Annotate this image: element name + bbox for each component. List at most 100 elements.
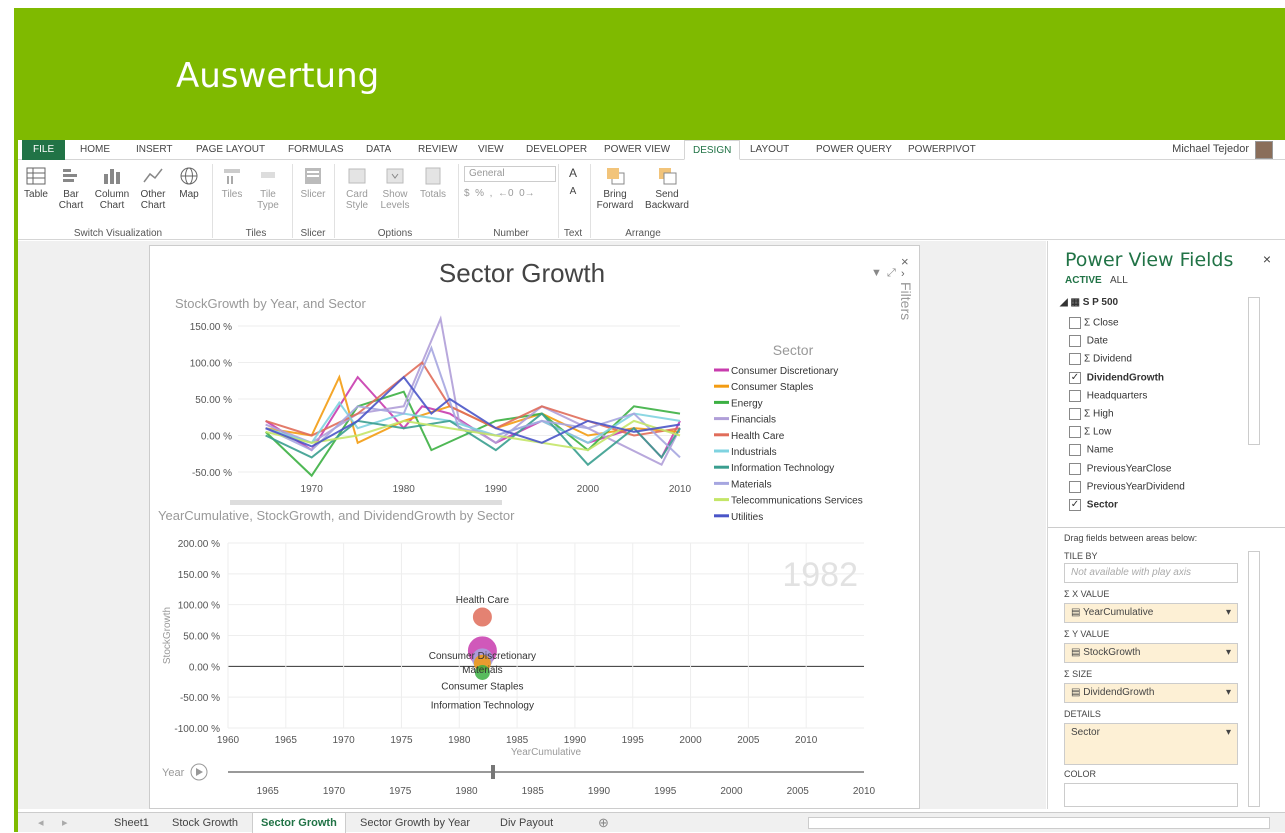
filters-pane-label[interactable]: Filters	[898, 282, 914, 320]
play-tick-label: 2010	[853, 786, 876, 797]
field-checkbox[interactable]	[1069, 317, 1081, 329]
tab-power-query[interactable]: POWER QUERY	[816, 140, 892, 160]
line-chart[interactable]: 150.00 % 100.00 % 50.00 % 0.00 % -50.00 % 197…	[190, 315, 692, 495]
field-checkbox[interactable]	[1069, 389, 1081, 402]
tab-design[interactable]: DESIGN	[684, 140, 741, 160]
avatar[interactable]	[1255, 141, 1273, 159]
field-checkbox[interactable]	[1069, 408, 1081, 420]
chart1-scrollbar[interactable]	[230, 500, 502, 505]
group-options: Options	[377, 228, 413, 239]
card-style-button[interactable]: Card Style	[340, 166, 374, 211]
field-item[interactable]: Date	[1069, 335, 1108, 348]
tab-file[interactable]: FILE	[22, 140, 66, 160]
tile-by-label: TILE BY	[1064, 551, 1098, 561]
sheet-tab-sheet1[interactable]: Sheet1	[114, 813, 149, 833]
field-item[interactable]: Σ Dividend	[1069, 353, 1132, 366]
other-chart-button[interactable]: Other Chart	[136, 166, 170, 211]
field-checkbox[interactable]	[1069, 444, 1081, 457]
tab-page-layout[interactable]: PAGE LAYOUT	[196, 140, 265, 160]
show-levels-button[interactable]: Show Levels	[378, 166, 412, 211]
filter-pin-icon[interactable]: ▼	[871, 267, 882, 279]
field-item[interactable]: ✓ Sector	[1069, 499, 1118, 511]
column-chart-button[interactable]: Column Chart	[92, 166, 132, 211]
sigma-icon: Σ	[1084, 354, 1093, 366]
expand-icon[interactable]: ⤢	[887, 267, 896, 279]
fields-panel: Power View Fields × ACTIVE ALL ◢ ▦ S P 5…	[1047, 241, 1285, 809]
tab-view[interactable]: VIEW	[478, 140, 504, 160]
y-tick-label: 0.00 %	[189, 662, 220, 673]
field-checkbox[interactable]: ✓	[1069, 499, 1081, 511]
areas-scrollbar[interactable]	[1248, 551, 1260, 807]
bar-chart-button[interactable]: Bar Chart	[54, 166, 88, 211]
field-item[interactable]: PreviousYearClose	[1069, 462, 1171, 475]
report-title: Sector Growth	[439, 258, 605, 288]
scatter-chart[interactable]: 200.00 % 150.00 % 100.00 % 50.00 % 0.00 % -50…	[162, 539, 864, 758]
table-button[interactable]: Table	[22, 166, 50, 200]
horizontal-scrollbar[interactable]	[808, 817, 1270, 829]
field-checkbox[interactable]	[1069, 353, 1081, 366]
field-item[interactable]: Σ Low	[1069, 426, 1111, 439]
scroll-right-icon[interactable]: ▸	[62, 813, 68, 833]
details-field[interactable]: Sector ▾	[1064, 723, 1238, 765]
field-list-scrollbar[interactable]	[1248, 297, 1260, 445]
scroll-left-icon[interactable]: ◂	[38, 813, 44, 833]
tab-data[interactable]: DATA	[366, 140, 391, 160]
x-tick-label: 2010	[669, 484, 692, 495]
x-tick-label: 1960	[217, 735, 240, 746]
number-format-dropdown[interactable]: General	[464, 166, 556, 182]
tab-active[interactable]: ACTIVE	[1065, 275, 1102, 286]
other-chart-label: Other Chart	[140, 189, 166, 211]
bring-forward-button[interactable]: Bring Forward	[594, 166, 636, 211]
size-field[interactable]: ▤ DividendGrowth ▾	[1064, 683, 1238, 703]
decrease-font-icon[interactable]: A	[566, 186, 580, 197]
tab-layout[interactable]: LAYOUT	[750, 140, 789, 160]
tile-type-button[interactable]: Tile Type	[252, 166, 284, 211]
field-item[interactable]: ✓ DividendGrowth	[1069, 371, 1164, 384]
tab-formulas[interactable]: FORMULAS	[288, 140, 344, 160]
send-backward-button[interactable]: Send Backward	[642, 166, 692, 211]
table-node[interactable]: ◢ ▦ S P 500	[1060, 297, 1118, 308]
sheet-tab-sector-growth[interactable]: Sector Growth	[252, 813, 346, 833]
tab-insert[interactable]: INSERT	[136, 140, 173, 160]
send-backward-icon	[659, 168, 677, 185]
field-checkbox[interactable]	[1069, 480, 1081, 493]
tiles-icon	[224, 169, 240, 184]
tiles-button[interactable]: Tiles	[218, 166, 246, 200]
tab-home[interactable]: HOME	[80, 140, 110, 160]
tab-developer[interactable]: DEVELOPER	[526, 140, 587, 160]
slicer-button[interactable]: Slicer	[298, 166, 328, 200]
play-axis[interactable]: 1965 1970 1975 1980 1985 1990 1995 2000 2005 2010	[228, 765, 876, 797]
tab-all[interactable]: ALL	[1110, 275, 1128, 286]
field-checkbox[interactable]: ✓	[1069, 371, 1081, 384]
y-value-field[interactable]: ▤ StockGrowth ▾	[1064, 643, 1238, 663]
x-value-field[interactable]: ▤ YearCumulative ▾	[1064, 603, 1238, 623]
totals-label: Totals	[419, 189, 447, 200]
group-arrange: Arrange	[625, 228, 661, 239]
field-checkbox[interactable]	[1069, 335, 1081, 348]
tab-powerpivot[interactable]: POWERPIVOT	[908, 140, 976, 160]
totals-button[interactable]: Totals	[416, 166, 450, 200]
field-checkbox[interactable]	[1069, 462, 1081, 475]
increase-font-icon[interactable]: A	[566, 167, 580, 179]
play-tick-label: 1985	[522, 786, 545, 797]
add-sheet-icon[interactable]: ⊕	[598, 813, 609, 833]
close-filters-icon[interactable]: ×	[901, 254, 909, 269]
currency-icon: $	[464, 188, 470, 199]
field-item[interactable]: Headquarters	[1069, 389, 1147, 402]
tile-type-label: Tile Type	[257, 189, 279, 211]
field-item[interactable]: PreviousYearDividend	[1069, 480, 1185, 493]
sheet-tab-sector-growth-by-year[interactable]: Sector Growth by Year	[360, 813, 470, 833]
color-field[interactable]	[1064, 783, 1238, 807]
field-item[interactable]: Σ Close	[1069, 317, 1119, 329]
field-checkbox[interactable]	[1069, 426, 1081, 439]
sheet-tab-div-payout[interactable]: Div Payout	[500, 813, 553, 833]
map-button[interactable]: Map	[174, 166, 204, 200]
close-icon[interactable]: ×	[1263, 251, 1271, 267]
sheet-tab-stock-growth[interactable]: Stock Growth	[172, 813, 238, 833]
tab-review[interactable]: REVIEW	[418, 140, 457, 160]
field-item[interactable]: Name	[1069, 444, 1113, 457]
tab-power-view[interactable]: POWER VIEW	[604, 140, 670, 160]
field-item[interactable]: Σ High	[1069, 408, 1114, 420]
user-name[interactable]: Michael Tejedor	[1172, 143, 1249, 155]
chevron-right-icon[interactable]: ›	[901, 268, 905, 280]
